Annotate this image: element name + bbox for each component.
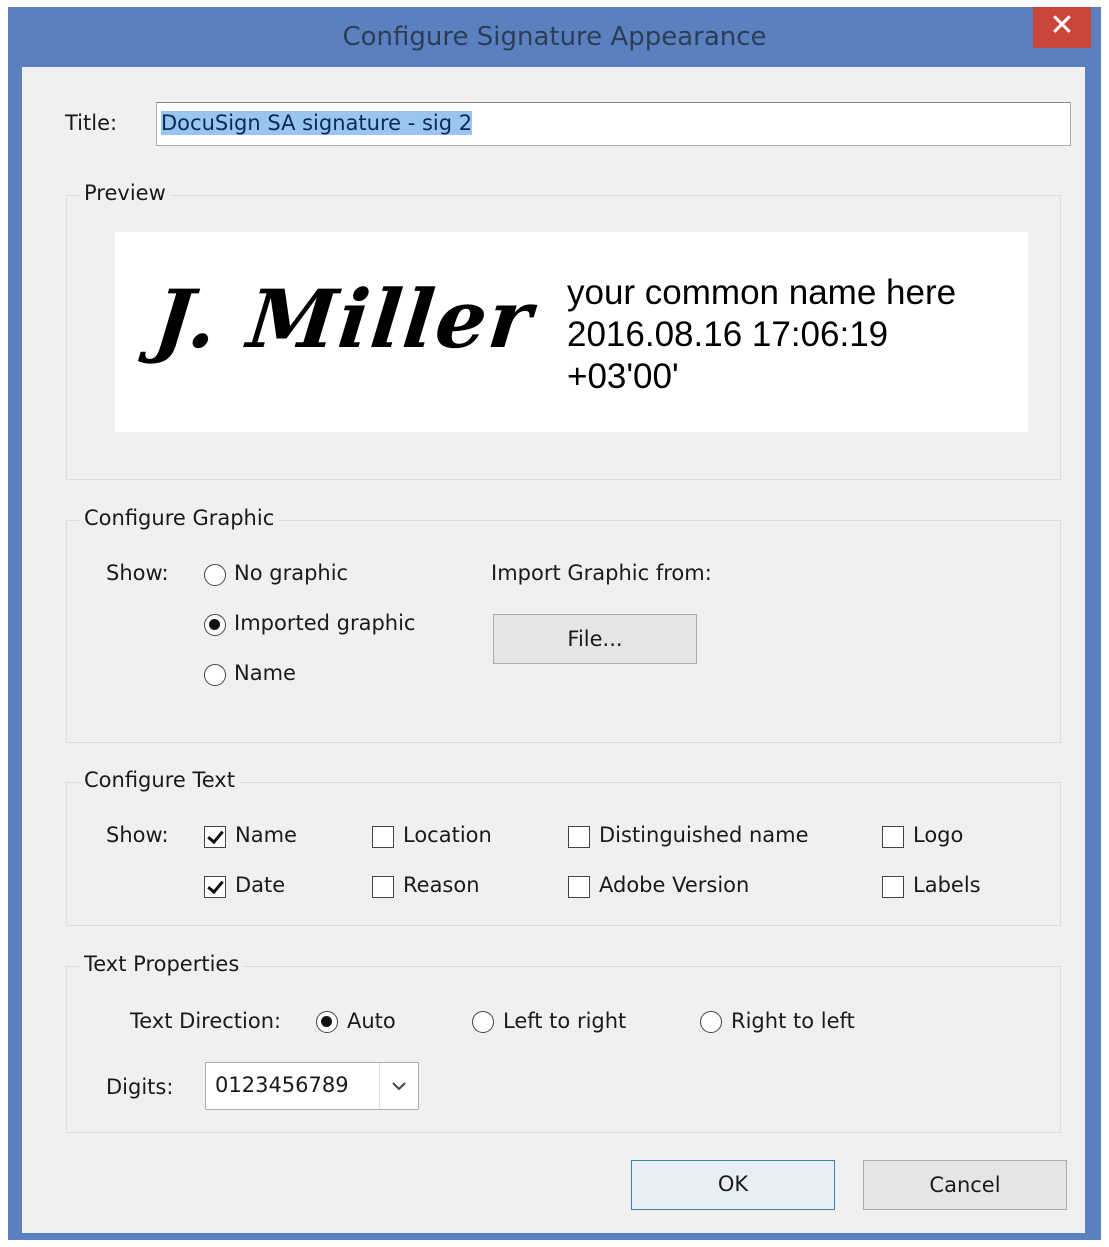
no-graphic-label[interactable]: No graphic — [234, 561, 348, 585]
text-show-label: Show: — [106, 823, 169, 847]
name-checkbox[interactable] — [204, 826, 226, 848]
chevron-down-icon[interactable] — [379, 1063, 418, 1109]
digits-select-value: 0123456789 — [215, 1073, 349, 1097]
dialog-title: Configure Signature Appearance — [342, 22, 767, 52]
cancel-button[interactable]: Cancel — [863, 1160, 1067, 1210]
adobe-version-checkbox-label[interactable]: Adobe Version — [599, 873, 749, 897]
digits-label: Digits: — [106, 1075, 174, 1099]
name-graphic-label[interactable]: Name — [234, 661, 296, 685]
date-checkbox-label[interactable]: Date — [235, 873, 285, 897]
reason-checkbox-label[interactable]: Reason — [403, 873, 480, 897]
name-checkbox-label[interactable]: Name — [235, 823, 297, 847]
digits-select[interactable]: 0123456789 — [205, 1062, 419, 1110]
direction-ltr-label[interactable]: Left to right — [503, 1009, 626, 1033]
direction-auto-radio[interactable] — [316, 1011, 338, 1033]
location-checkbox-label[interactable]: Location — [403, 823, 492, 847]
signature-graphic: J. Miller — [150, 272, 539, 366]
logo-checkbox-label[interactable]: Logo — [913, 823, 963, 847]
imported-graphic-label[interactable]: Imported graphic — [234, 611, 415, 635]
signature-text-line-name: your common name here — [567, 273, 957, 312]
direction-rtl-radio[interactable] — [700, 1011, 722, 1033]
distinguished-name-checkbox[interactable] — [568, 826, 590, 848]
configure-text-group-title: Configure Text — [79, 768, 240, 792]
import-graphic-label: Import Graphic from: — [491, 561, 712, 585]
dialog-client-area: Title: DocuSign SA signature - sig 2 Pre… — [22, 67, 1085, 1233]
adobe-version-checkbox[interactable] — [568, 876, 590, 898]
text-properties-group-title: Text Properties — [79, 952, 245, 976]
text-direction-label: Text Direction: — [130, 1009, 282, 1033]
title-input[interactable]: DocuSign SA signature - sig 2 — [156, 102, 1071, 146]
location-checkbox[interactable] — [372, 826, 394, 848]
no-graphic-radio[interactable] — [204, 564, 226, 586]
preview-group-title: Preview — [79, 181, 171, 205]
configure-text-group: Configure Text — [66, 768, 1061, 926]
signature-text-line-offset: +03'00' — [567, 357, 679, 396]
signature-preview: J. Miller your common name here 2016.08.… — [115, 232, 1028, 432]
direction-auto-label[interactable]: Auto — [347, 1009, 396, 1033]
direction-ltr-radio[interactable] — [472, 1011, 494, 1033]
dialog-window: Configure Signature Appearance ✕ Title: … — [8, 7, 1101, 1240]
direction-rtl-label[interactable]: Right to left — [731, 1009, 855, 1033]
imported-graphic-radio[interactable] — [204, 614, 226, 636]
signature-text-line-date: 2016.08.16 17:06:19 — [567, 315, 889, 354]
title-label: Title: — [65, 111, 118, 135]
title-input-value: DocuSign SA signature - sig 2 — [161, 111, 473, 135]
close-button[interactable]: ✕ — [1033, 7, 1091, 48]
name-graphic-radio[interactable] — [204, 664, 226, 686]
signature-text: your common name here 2016.08.16 17:06:1… — [567, 272, 956, 398]
distinguished-name-checkbox-label[interactable]: Distinguished name — [599, 823, 809, 847]
file-button[interactable]: File... — [493, 614, 697, 664]
date-checkbox[interactable] — [204, 876, 226, 898]
graphic-show-label: Show: — [106, 561, 169, 585]
labels-checkbox-label[interactable]: Labels — [913, 873, 981, 897]
configure-graphic-group-title: Configure Graphic — [79, 506, 280, 530]
ok-button[interactable]: OK — [631, 1160, 835, 1210]
logo-checkbox[interactable] — [882, 826, 904, 848]
reason-checkbox[interactable] — [372, 876, 394, 898]
labels-checkbox[interactable] — [882, 876, 904, 898]
